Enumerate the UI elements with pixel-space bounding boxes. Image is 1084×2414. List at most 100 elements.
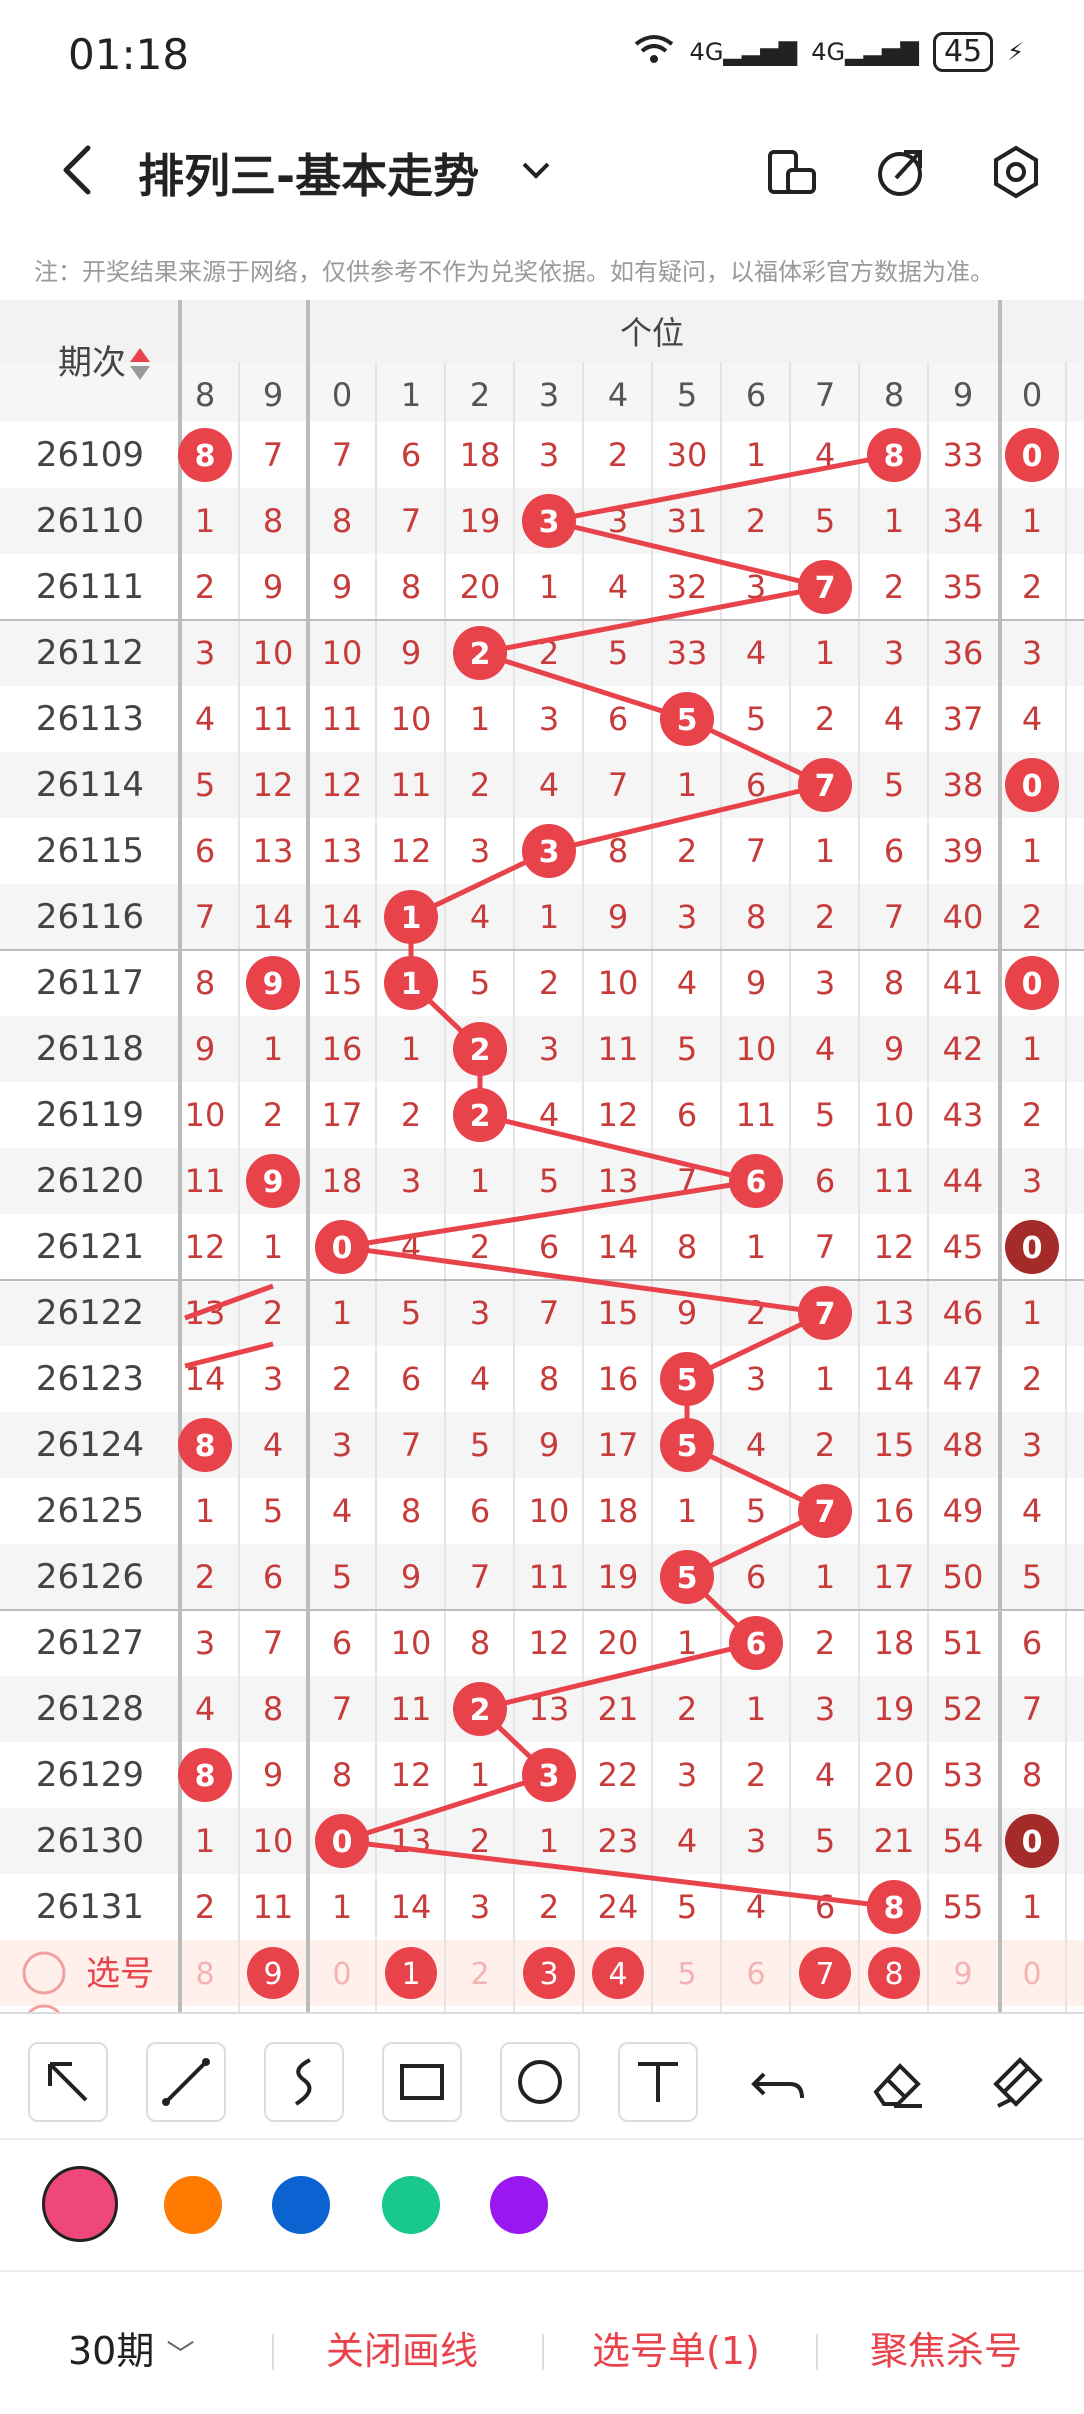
value-cell: 12 — [874, 1228, 915, 1266]
line-icon[interactable] — [146, 2042, 226, 2122]
period-cell: 26121 — [36, 1227, 144, 1267]
value-cell: 15 — [322, 964, 363, 1002]
value-cell: 8 — [263, 502, 283, 540]
value-cell: 16 — [322, 1030, 363, 1068]
share-icon[interactable] — [872, 144, 928, 200]
value-cell: 8 — [470, 1624, 490, 1662]
select-ball-number: 3 — [539, 1957, 558, 1992]
select-number: 0 — [1022, 1957, 1041, 1992]
status-bar: 01:18 4G▂▃▅▇ 4G▂▃▅▇ 45 ⚡ — [0, 0, 1084, 110]
period-cell: 26119 — [36, 1095, 144, 1135]
value-cell: 10 — [322, 634, 363, 672]
period-cell: 26114 — [36, 765, 144, 805]
value-cell: 9 — [332, 568, 352, 606]
close-draw-button[interactable]: 关闭画线 — [326, 2320, 478, 2375]
value-cell: 45 — [943, 1228, 984, 1266]
value-cell: 1 — [401, 1030, 421, 1068]
arrow-icon[interactable] — [28, 2042, 108, 2122]
value-cell: 13 — [598, 1162, 639, 1200]
value-cell: 14 — [322, 898, 363, 936]
value-cell: 33 — [943, 436, 984, 474]
value-cell: 40 — [943, 898, 984, 936]
value-cell: 4 — [470, 1360, 490, 1398]
color-swatch-blue[interactable] — [272, 2176, 330, 2234]
eraser-icon[interactable] — [858, 2044, 938, 2124]
value-cell: 5 — [539, 1162, 559, 1200]
value-cell: 7 — [746, 832, 766, 870]
value-cell: 8 — [539, 1360, 559, 1398]
value-cell: 2 — [1022, 1360, 1042, 1398]
color-swatch-pink[interactable] — [42, 2166, 118, 2242]
hit-ball-number: 8 — [884, 439, 905, 474]
value-cell: 2 — [1022, 1096, 1042, 1134]
hit-ball-number: 5 — [677, 1363, 698, 1398]
value-cell: 8 — [1022, 1756, 1042, 1794]
wifi-icon — [632, 32, 676, 72]
divider — [272, 2334, 274, 2370]
rectangle-icon[interactable] — [382, 2042, 462, 2122]
value-cell: 11 — [529, 1558, 570, 1596]
hit-ball-number: 7 — [815, 1495, 836, 1530]
settings-icon[interactable] — [988, 144, 1044, 200]
value-cell: 7 — [539, 1294, 559, 1332]
value-cell: 2 — [539, 1888, 559, 1926]
hit-ball-number: 1 — [401, 901, 422, 936]
value-cell: 11 — [322, 700, 363, 738]
value-cell: 2 — [401, 1096, 421, 1134]
value-cell: 1 — [470, 700, 490, 738]
pick-list-button[interactable]: 选号单(1) — [592, 2320, 760, 2375]
value-cell: 9 — [677, 1294, 697, 1332]
circle-icon[interactable] — [500, 2042, 580, 2122]
value-cell: 38 — [943, 766, 984, 804]
trend-chart[interactable]: 期次个位890123456789026109877618323014833026… — [0, 300, 1084, 2012]
value-cell: 10 — [185, 1096, 226, 1134]
value-cell: 3 — [263, 1360, 283, 1398]
value-cell: 2 — [677, 1690, 697, 1728]
value-cell: 4 — [263, 1426, 283, 1464]
curve-icon[interactable] — [264, 2042, 344, 2122]
value-cell: 2 — [263, 1294, 283, 1332]
undo-icon[interactable] — [740, 2044, 820, 2124]
value-cell: 4 — [746, 634, 766, 672]
value-cell: 5 — [332, 1558, 352, 1596]
value-cell: 1 — [1022, 832, 1042, 870]
value-cell: 1 — [470, 1162, 490, 1200]
color-swatch-orange[interactable] — [164, 2176, 222, 2234]
select-row-label: 选号 — [86, 1954, 154, 1994]
value-cell: 3 — [539, 1030, 559, 1068]
hit-ball-number: 2 — [470, 1693, 491, 1728]
hit-ball-number: 7 — [815, 769, 836, 804]
value-cell: 3 — [1022, 1426, 1042, 1464]
value-cell: 7 — [815, 1228, 835, 1266]
period-header: 期次 — [58, 343, 126, 383]
divider — [816, 2334, 818, 2370]
color-swatch-green[interactable] — [382, 2176, 440, 2234]
select-ball-number: 1 — [401, 1957, 420, 1992]
column-header: 3 — [539, 376, 559, 414]
color-swatch-purple[interactable] — [490, 2176, 548, 2234]
value-cell: 3 — [539, 436, 559, 474]
back-icon[interactable] — [50, 140, 110, 200]
value-cell: 8 — [401, 568, 421, 606]
value-cell: 4 — [332, 1492, 352, 1530]
page-title[interactable]: 排列三-基本走势 — [138, 140, 479, 206]
value-cell: 44 — [943, 1162, 984, 1200]
value-cell: 5 — [1022, 1558, 1042, 1596]
chevron-down-icon[interactable] — [516, 150, 556, 190]
column-header: 2 — [470, 376, 490, 414]
screen-rotate-icon[interactable] — [764, 144, 820, 200]
value-cell: 14 — [598, 1228, 639, 1266]
value-cell: 5 — [195, 766, 215, 804]
clear-icon[interactable] — [976, 2044, 1056, 2124]
value-cell: 13 — [322, 832, 363, 870]
value-cell: 11 — [598, 1030, 639, 1068]
value-cell: 6 — [332, 1624, 352, 1662]
period-selector[interactable]: 30期 ﹀ — [68, 2320, 194, 2375]
focus-kill-button[interactable]: 聚焦杀号 — [870, 2320, 1022, 2375]
hit-ball-number: 2 — [470, 637, 491, 672]
hit-ball-number: 3 — [539, 505, 560, 540]
hit-ball-number: 0 — [1022, 769, 1043, 804]
value-cell: 11 — [874, 1162, 915, 1200]
text-icon[interactable] — [618, 2042, 698, 2122]
value-cell: 3 — [539, 700, 559, 738]
